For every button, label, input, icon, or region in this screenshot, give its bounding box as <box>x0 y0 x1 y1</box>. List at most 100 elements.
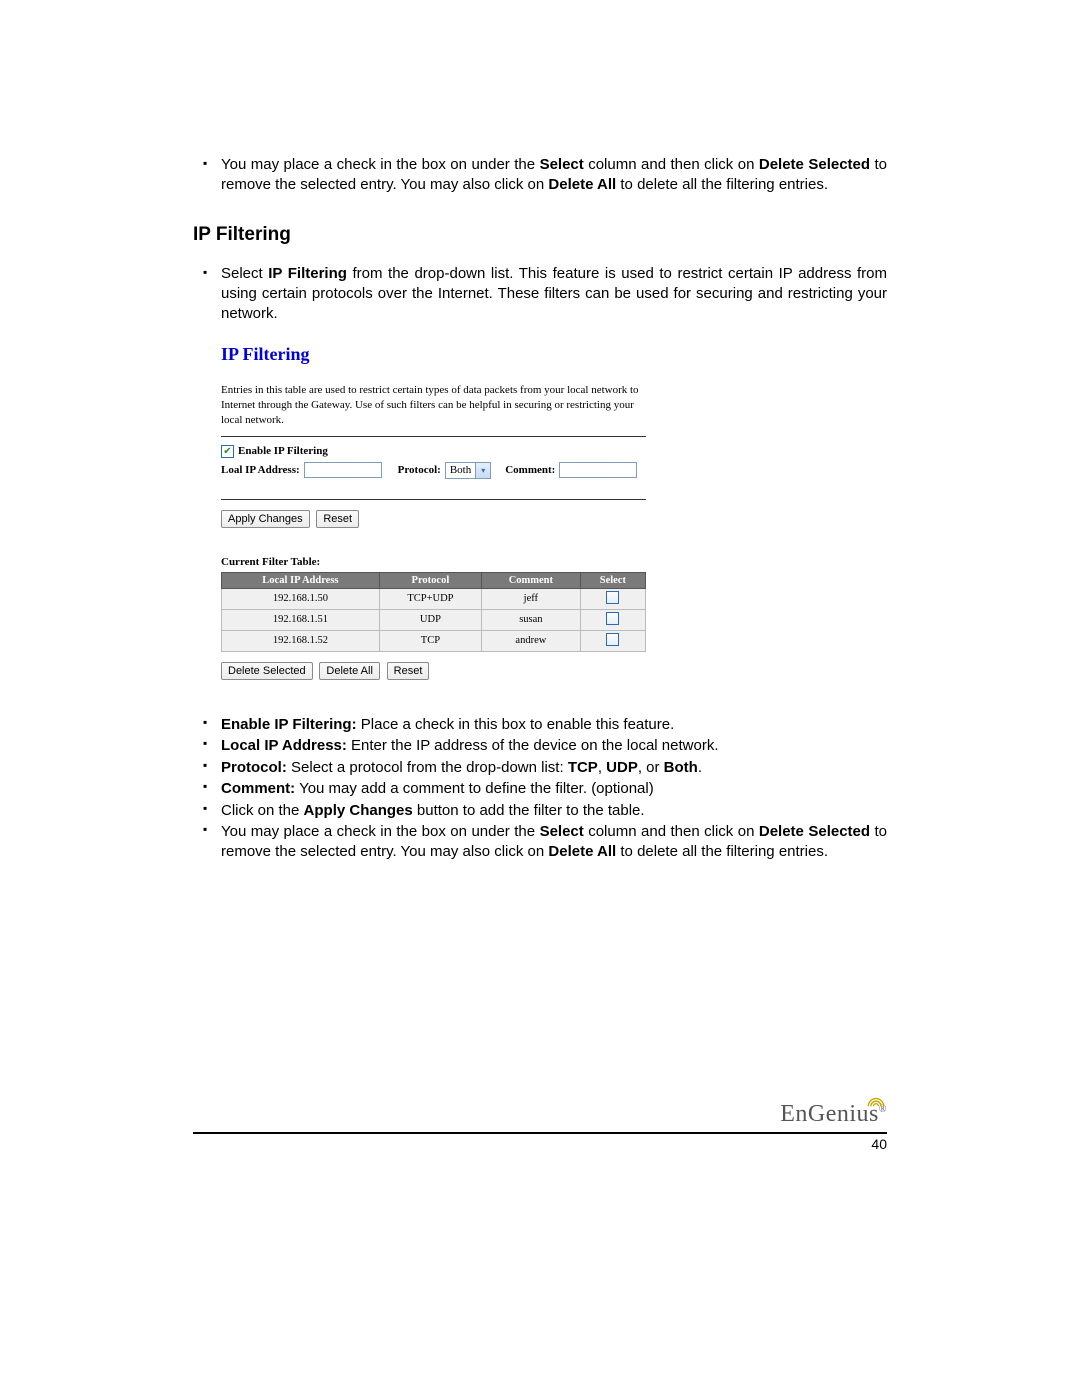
apply-changes-button[interactable]: Apply Changes <box>221 510 310 528</box>
th-comment: Comment <box>482 572 581 588</box>
explain-list: Enable IP Filtering: Place a check in th… <box>193 715 887 862</box>
text: Select a protocol from the drop-down lis… <box>287 759 568 776</box>
explain-bullet: You may place a check in the box on unde… <box>221 822 887 861</box>
apply-row: Apply Changes Reset <box>221 510 646 528</box>
cell-protocol: UDP <box>379 609 481 630</box>
th-select: Select <box>580 572 645 588</box>
text: button to add the filter to the table. <box>413 802 645 819</box>
cell-select <box>580 588 645 609</box>
divider <box>221 499 646 500</box>
cell-protocol: TCP+UDP <box>379 588 481 609</box>
brand-text-b: ius <box>849 1101 879 1128</box>
brand-logo: EnGenius ® <box>193 1101 887 1128</box>
explain-bullet: Protocol: Select a protocol from the dro… <box>221 758 887 778</box>
bold: Delete All <box>548 176 616 193</box>
cell-ip: 192.168.1.50 <box>222 588 380 609</box>
protocol-select[interactable]: Both ▾ <box>445 462 491 479</box>
explain-bullet: Enable IP Filtering: Place a check in th… <box>221 715 887 735</box>
footer: EnGenius ® 40 <box>193 1101 887 1152</box>
table-row: 192.168.1.50 TCP+UDP jeff <box>222 588 646 609</box>
bold: Enable IP Filtering: <box>221 716 357 733</box>
text: column and then click on <box>584 156 759 173</box>
bold: TCP <box>568 759 598 776</box>
bold: Both <box>664 759 698 776</box>
bold: Select <box>540 823 584 840</box>
intro-bullet: You may place a check in the box on unde… <box>221 155 887 196</box>
text: You may place a check in the box on unde… <box>221 156 540 173</box>
text: , <box>598 759 606 776</box>
text: column and then click on <box>584 823 759 840</box>
bold: Local IP Address: <box>221 737 347 754</box>
text: , or <box>638 759 664 776</box>
delete-all-button[interactable]: Delete All <box>319 662 379 680</box>
section-heading: IP Filtering <box>193 224 887 246</box>
wifi-icon <box>867 1096 885 1108</box>
divider <box>221 436 646 437</box>
cell-select <box>580 609 645 630</box>
comment-input[interactable] <box>559 462 637 478</box>
text: You may add a comment to define the filt… <box>295 780 654 797</box>
table-button-row: Delete Selected Delete All Reset <box>221 662 646 680</box>
bold: UDP <box>606 759 638 776</box>
bold: Comment: <box>221 780 295 797</box>
bold: IP Filtering <box>268 265 347 282</box>
enable-label: Enable IP Filtering <box>238 445 328 457</box>
screenshot-panel: IP Filtering Entries in this table are u… <box>221 344 646 680</box>
section-intro-list: Select IP Filtering from the drop-down l… <box>193 264 887 325</box>
row-select-checkbox[interactable] <box>606 591 619 604</box>
bold: Apply Changes <box>304 802 413 819</box>
filter-table: Local IP Address Protocol Comment Select… <box>221 572 646 652</box>
text: Click on the <box>221 802 304 819</box>
table-header-row: Local IP Address Protocol Comment Select <box>222 572 646 588</box>
cell-ip: 192.168.1.52 <box>222 630 380 651</box>
explain-bullet: Comment: You may add a comment to define… <box>221 779 887 799</box>
filter-input-row: Loal IP Address: Protocol: Both ▾ Commen… <box>221 462 646 479</box>
text: . <box>698 759 702 776</box>
cell-comment: susan <box>482 609 581 630</box>
text: to delete all the filtering entries. <box>616 843 828 860</box>
row-select-checkbox[interactable] <box>606 612 619 625</box>
cell-comment: andrew <box>482 630 581 651</box>
page-number: 40 <box>193 1136 887 1152</box>
bold: Protocol: <box>221 759 287 776</box>
bold: Delete All <box>548 843 616 860</box>
cell-select <box>580 630 645 651</box>
chevron-down-icon: ▾ <box>475 463 490 478</box>
protocol-label: Protocol: <box>398 464 441 476</box>
text: to delete all the filtering entries. <box>616 176 828 193</box>
cell-comment: jeff <box>482 588 581 609</box>
text: Place a check in this box to enable this… <box>357 716 675 733</box>
cell-protocol: TCP <box>379 630 481 651</box>
row-select-checkbox[interactable] <box>606 633 619 646</box>
text: Select <box>221 265 268 282</box>
explain-bullet: Local IP Address: Enter the IP address o… <box>221 736 887 756</box>
th-ip: Local IP Address <box>222 572 380 588</box>
protocol-value: Both <box>446 464 475 476</box>
text: Enter the IP address of the device on th… <box>347 737 719 754</box>
th-protocol: Protocol <box>379 572 481 588</box>
table-row: 192.168.1.51 UDP susan <box>222 609 646 630</box>
enable-row: ✔ Enable IP Filtering <box>221 445 646 458</box>
cell-ip: 192.168.1.51 <box>222 609 380 630</box>
page: You may place a check in the box on unde… <box>0 0 1080 1397</box>
table-caption: Current Filter Table: <box>221 556 646 568</box>
table-row: 192.168.1.52 TCP andrew <box>222 630 646 651</box>
explain-bullet: Click on the Apply Changes button to add… <box>221 801 887 821</box>
reset-button-2[interactable]: Reset <box>387 662 430 680</box>
screenshot-title: IP Filtering <box>221 344 646 365</box>
comment-label: Comment: <box>505 464 555 476</box>
screenshot-intro: Entries in this table are used to restri… <box>221 383 646 428</box>
local-ip-input[interactable] <box>304 462 382 478</box>
text: You may place a check in the box on unde… <box>221 823 540 840</box>
brand-text-a: EnGen <box>780 1101 849 1127</box>
enable-ip-filtering-checkbox[interactable]: ✔ <box>221 445 234 458</box>
bold: Delete Selected <box>759 823 870 840</box>
intro-bullet-list: You may place a check in the box on unde… <box>193 155 887 196</box>
bold: Delete Selected <box>759 156 870 173</box>
reset-button[interactable]: Reset <box>316 510 359 528</box>
delete-selected-button[interactable]: Delete Selected <box>221 662 313 680</box>
section-intro: Select IP Filtering from the drop-down l… <box>221 264 887 325</box>
footer-divider <box>193 1132 887 1134</box>
bold: Select <box>540 156 584 173</box>
ip-label: Loal IP Address: <box>221 464 300 476</box>
